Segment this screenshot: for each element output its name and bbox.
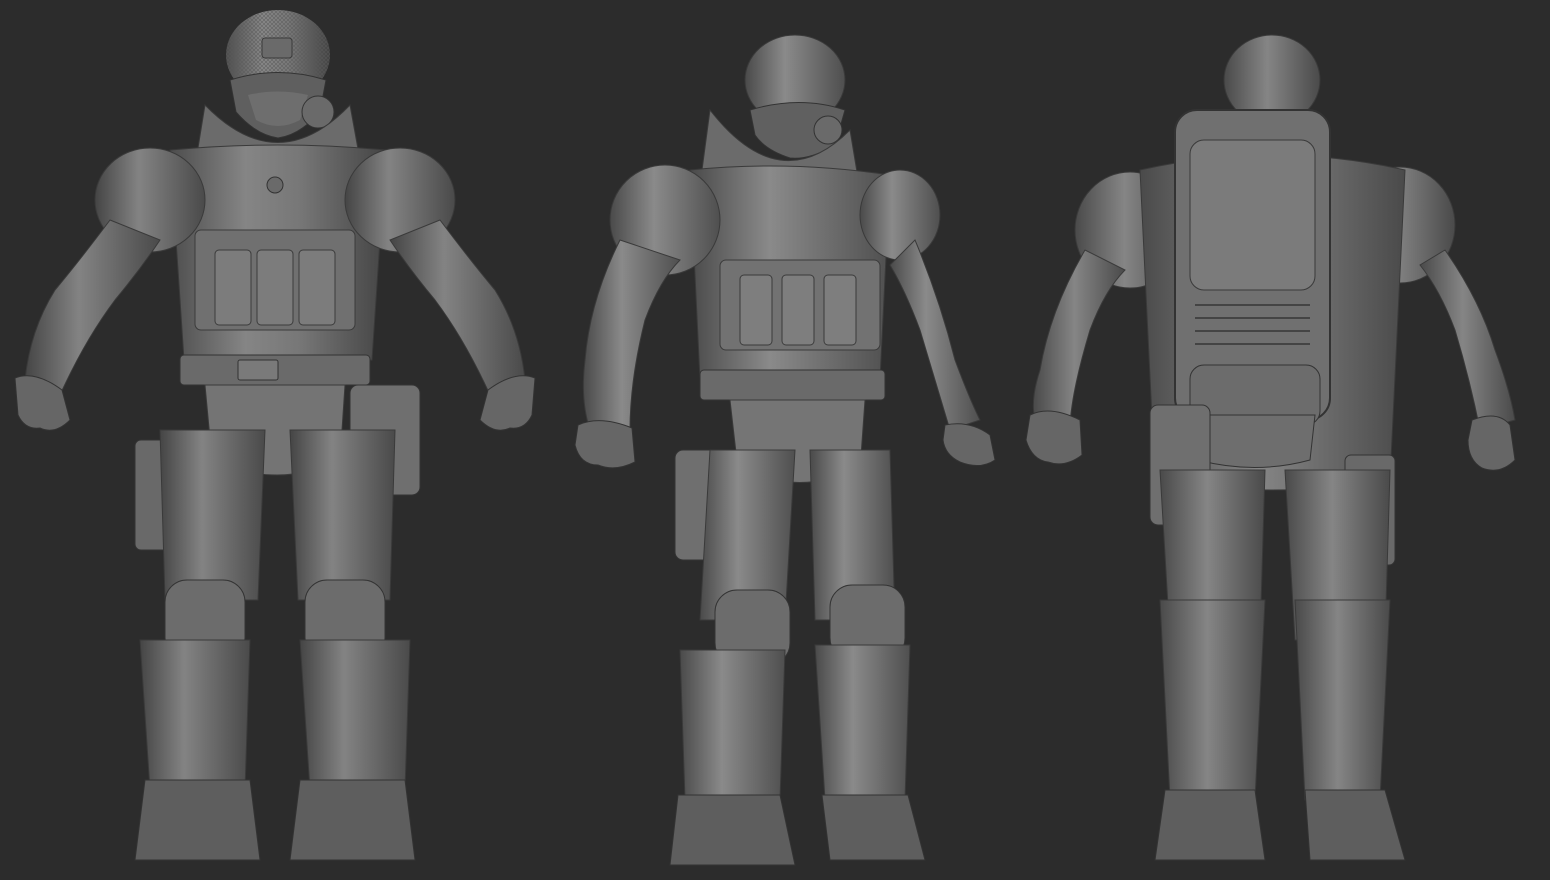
soldier-three-quarter-view — [560, 0, 1010, 880]
right-boot — [1304, 789, 1406, 861]
right-leg — [289, 429, 396, 601]
right-arm — [1419, 249, 1516, 431]
belt — [699, 369, 886, 401]
left-hand — [1025, 410, 1083, 465]
soldier-back-view — [1010, 0, 1550, 880]
right-shin-guard — [814, 644, 911, 801]
right-shin-guard — [299, 639, 411, 791]
left-arm — [24, 219, 161, 396]
left-shin-guard — [139, 639, 251, 791]
left-shin-guard — [679, 649, 786, 801]
right-calf — [1294, 599, 1391, 801]
left-boot — [669, 794, 796, 866]
right-boot — [289, 779, 416, 861]
right-arm — [389, 219, 526, 396]
right-hand — [1467, 415, 1516, 471]
left-boot — [134, 779, 261, 861]
right-hand — [942, 423, 996, 466]
left-hand — [574, 420, 636, 469]
left-arm — [1032, 249, 1126, 426]
left-arm — [582, 239, 681, 431]
right-shoulder-pad — [859, 169, 941, 261]
sculpt-viewport — [0, 0, 1550, 880]
right-boot — [821, 794, 926, 861]
soldier-front-view — [0, 0, 540, 880]
left-leg — [159, 429, 266, 601]
left-calf — [1159, 599, 1266, 801]
right-arm — [889, 239, 981, 431]
left-boot — [1154, 789, 1266, 861]
